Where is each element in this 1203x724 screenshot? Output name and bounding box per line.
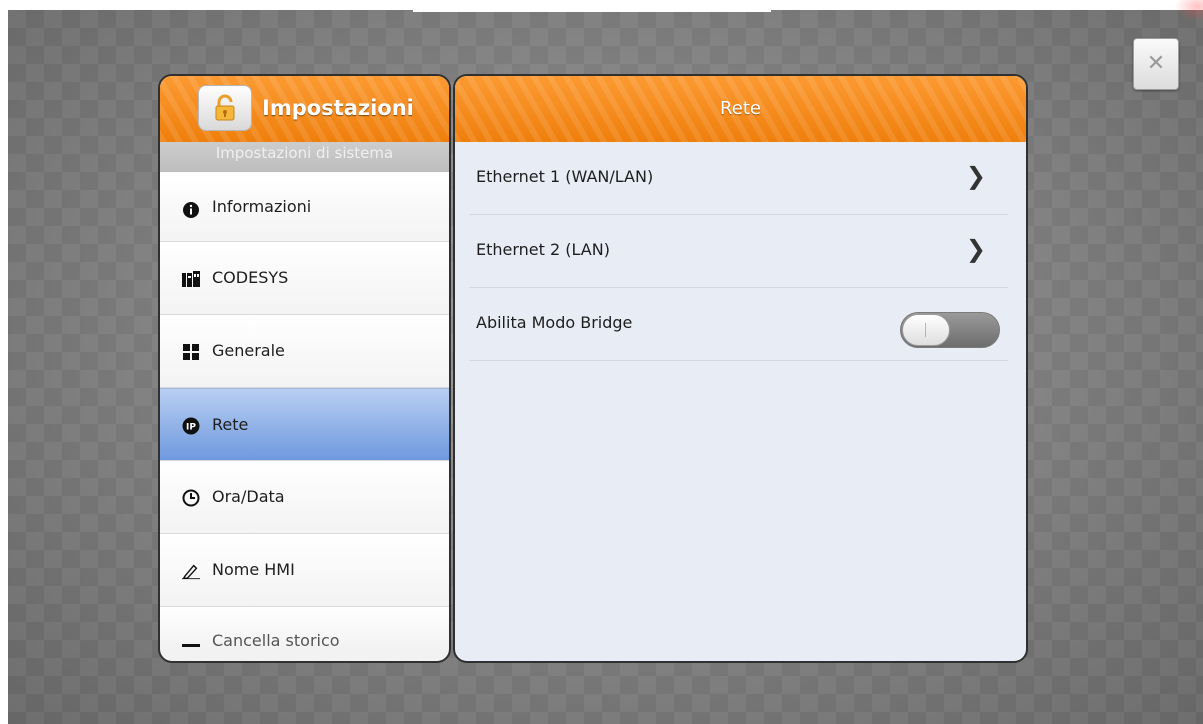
network-settings-list: Ethernet 1 (WAN/LAN) ❯ Ethernet 2 (LAN) … — [455, 142, 1026, 361]
info-icon — [182, 201, 200, 219]
close-button[interactable]: ✕ — [1133, 38, 1179, 90]
close-icon: ✕ — [1146, 51, 1166, 76]
ethernet-2-row[interactable]: Ethernet 2 (LAN) ❯ — [469, 215, 1008, 288]
lock-icon — [215, 94, 235, 121]
setting-label: Abilita Modo Bridge — [476, 313, 633, 332]
ethernet-1-row[interactable]: Ethernet 1 (WAN/LAN) ❯ — [469, 142, 1008, 215]
sidebar-item-generale[interactable]: Generale — [160, 315, 449, 388]
sidebar-item-label: CODESYS — [212, 268, 289, 287]
top-notch — [413, 0, 771, 12]
bridge-mode-toggle[interactable] — [900, 312, 1000, 348]
sidebar-item-label: Ora/Data — [212, 487, 285, 506]
bridge-mode-row: Abilita Modo Bridge — [469, 288, 1008, 361]
grid-icon — [182, 343, 200, 361]
sidebar-menu: Informazioni CODESYS Generale IP Rete Or… — [160, 172, 449, 650]
chevron-right-icon: ❯ — [965, 162, 986, 190]
sidebar-item-codesys[interactable]: CODESYS — [160, 242, 449, 315]
sidebar-item-ora-data[interactable]: Ora/Data — [160, 461, 449, 534]
svg-text:IP: IP — [186, 423, 196, 433]
codesys-icon — [182, 270, 200, 288]
sidebar-subheader: Impostazioni di sistema — [160, 142, 449, 172]
sidebar-item-label: Cancella storico — [212, 631, 340, 650]
chevron-right-icon: ❯ — [965, 235, 986, 263]
sidebar-item-label: Informazioni — [212, 197, 312, 216]
corner-mark — [1175, 0, 1203, 22]
ip-icon: IP — [182, 417, 200, 435]
toggle-knob — [902, 314, 950, 346]
sidebar-item-label: Nome HMI — [212, 560, 295, 579]
pencil-icon — [182, 562, 200, 580]
sidebar-item-nome-hmi[interactable]: Nome HMI — [160, 534, 449, 607]
sidebar-item-label: Rete — [212, 415, 249, 434]
sidebar-title: Impostazioni — [262, 96, 414, 120]
sidebar-item-informazioni[interactable]: Informazioni — [160, 172, 449, 242]
network-panel: Rete Ethernet 1 (WAN/LAN) ❯ Ethernet 2 (… — [453, 74, 1028, 663]
sidebar-item-label: Generale — [212, 341, 285, 360]
setting-label: Ethernet 2 (LAN) — [476, 240, 610, 259]
sidebar-header: Impostazioni — [160, 76, 449, 142]
clock-icon — [182, 489, 200, 507]
sidebar-item-rete[interactable]: IP Rete — [160, 388, 449, 461]
sidebar-item-cancella-storico[interactable]: Cancella storico — [160, 607, 449, 650]
setting-label: Ethernet 1 (WAN/LAN) — [476, 167, 654, 186]
lock-button[interactable] — [198, 85, 252, 131]
panel-title: Rete — [455, 76, 1026, 142]
minus-icon — [182, 637, 200, 655]
settings-sidebar: Impostazioni Impostazioni di sistema Inf… — [158, 74, 451, 663]
